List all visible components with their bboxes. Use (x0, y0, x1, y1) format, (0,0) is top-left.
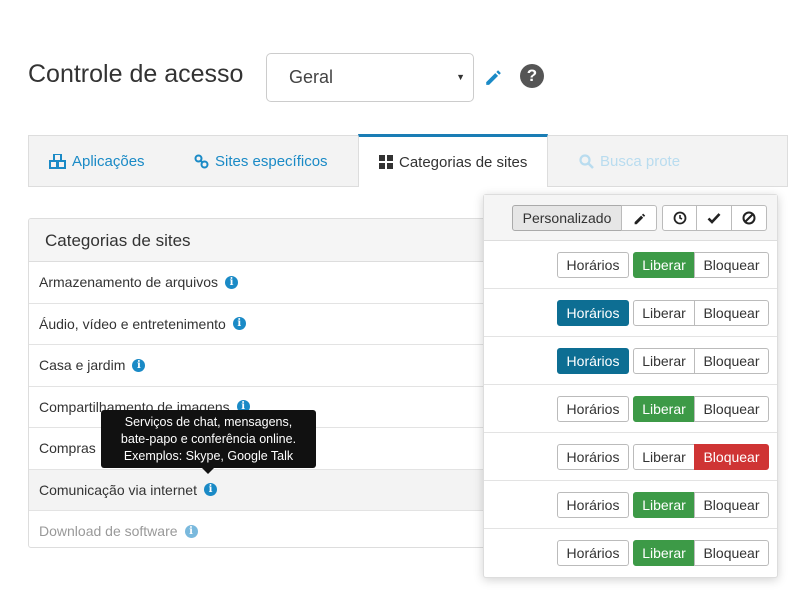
horarios-button[interactable]: Horários (557, 540, 629, 566)
rule-row: Horários Liberar Bloquear (484, 289, 777, 337)
list-item: Download de software i (29, 511, 497, 547)
info-icon[interactable]: i (232, 317, 246, 331)
bloquear-button[interactable]: Bloquear (694, 396, 769, 422)
category-label: Compras (39, 440, 96, 457)
liberar-button[interactable]: Liberar (633, 300, 695, 326)
horarios-button[interactable]: Horários (557, 492, 629, 518)
cubes-icon (49, 154, 66, 169)
all-horarios-button[interactable] (662, 205, 697, 231)
category-label: Comunicação via internet (39, 481, 197, 498)
profile-select[interactable]: Geral ▼ (266, 53, 474, 102)
horarios-button[interactable]: Horários (557, 444, 629, 470)
list-item: Armazenamento de arquivos i (29, 262, 497, 304)
all-bloquear-button[interactable] (731, 205, 767, 231)
edit-mode-button[interactable] (621, 205, 657, 231)
liberar-button[interactable]: Liberar (633, 348, 695, 374)
liberar-button[interactable]: Liberar (633, 492, 695, 518)
pencil-icon[interactable] (484, 68, 502, 86)
all-liberar-button[interactable] (696, 205, 732, 231)
help-icon[interactable]: ? (520, 64, 544, 88)
tab-label: Sites específicos (215, 153, 328, 170)
rules-panel: Personalizado Horários Liberar Bloquear … (483, 194, 778, 578)
tab-aplicacoes[interactable]: Aplicações (49, 136, 145, 187)
bloquear-button[interactable]: Bloquear (694, 300, 769, 326)
rule-row: Horários Liberar Bloquear (484, 241, 777, 289)
rule-row: Horários Liberar Bloquear (484, 433, 777, 481)
liberar-button[interactable]: Liberar (633, 444, 695, 470)
tab-sites-especificos[interactable]: Sites específicos (194, 136, 328, 187)
rule-row: Horários Liberar Bloquear (484, 385, 777, 433)
tab-label: Aplicações (72, 153, 145, 170)
liberar-button[interactable]: Liberar (633, 396, 695, 422)
bloquear-button[interactable]: Bloquear (694, 348, 769, 374)
rules-toolbar: Personalizado (484, 195, 777, 241)
rule-row: Horários Liberar Bloquear (484, 481, 777, 529)
check-icon (707, 213, 721, 224)
tooltip-line: bate-papo e conferência online. (120, 432, 297, 446)
horarios-button[interactable]: Horários (557, 252, 629, 278)
clock-icon (673, 211, 686, 225)
bloquear-button[interactable]: Bloquear (694, 540, 769, 566)
category-tooltip: Serviços de chat, mensagens, bate-papo e… (101, 410, 316, 474)
tab-label: Categorias de sites (399, 153, 528, 171)
category-label: Download de software (39, 523, 178, 540)
horarios-button[interactable]: Horários (557, 396, 629, 422)
personalizado-button[interactable]: Personalizado (512, 205, 622, 231)
bloquear-button[interactable]: Bloquear (694, 252, 769, 278)
liberar-button[interactable]: Liberar (633, 540, 695, 566)
liberar-button[interactable]: Liberar (633, 252, 695, 278)
caret-down-icon: ▼ (456, 72, 465, 82)
tab-busca-protegida[interactable]: Busca prote (579, 136, 680, 187)
info-icon[interactable]: i (132, 358, 146, 372)
horarios-button[interactable]: Horários (557, 300, 629, 326)
profile-select-value: Geral (289, 67, 334, 87)
tooltip-line: Exemplos: Skype, Google Talk (123, 449, 294, 463)
horarios-button[interactable]: Horários (557, 348, 629, 374)
bloquear-button[interactable]: Bloquear (694, 492, 769, 518)
link-icon (194, 154, 209, 169)
list-item: Áudio, vídeo e entretenimento i (29, 304, 497, 345)
tab-bar: Aplicações Sites específicos Categorias … (28, 134, 788, 187)
list-item: Comunicação via internet i (29, 469, 497, 511)
bloquear-button[interactable]: Bloquear (694, 444, 769, 470)
tab-categorias-de-sites[interactable]: Categorias de sites (358, 134, 549, 187)
info-icon[interactable]: i (184, 524, 198, 538)
category-label: Áudio, vídeo e entretenimento (39, 315, 226, 332)
info-icon[interactable]: i (225, 275, 238, 289)
ban-icon (742, 211, 756, 225)
panel-title: Categorias de sites (29, 219, 497, 262)
tab-label: Busca prote (600, 153, 681, 170)
page-title: Controle de acesso (28, 60, 244, 88)
info-icon[interactable]: i (203, 483, 217, 497)
list-item: Casa e jardim i (29, 345, 497, 387)
grid-icon (379, 155, 393, 169)
search-icon (579, 154, 594, 169)
rule-row: Horários Liberar Bloquear (484, 337, 777, 385)
category-label: Casa e jardim (39, 357, 126, 374)
tooltip-line: Serviços de chat, mensagens, (124, 415, 293, 429)
categories-panel: Categorias de sites Armazenamento de arq… (28, 218, 498, 548)
rule-row: Horários Liberar Bloquear (484, 529, 777, 577)
pencil-icon (634, 213, 645, 224)
category-label: Armazenamento de arquivos (39, 274, 218, 291)
